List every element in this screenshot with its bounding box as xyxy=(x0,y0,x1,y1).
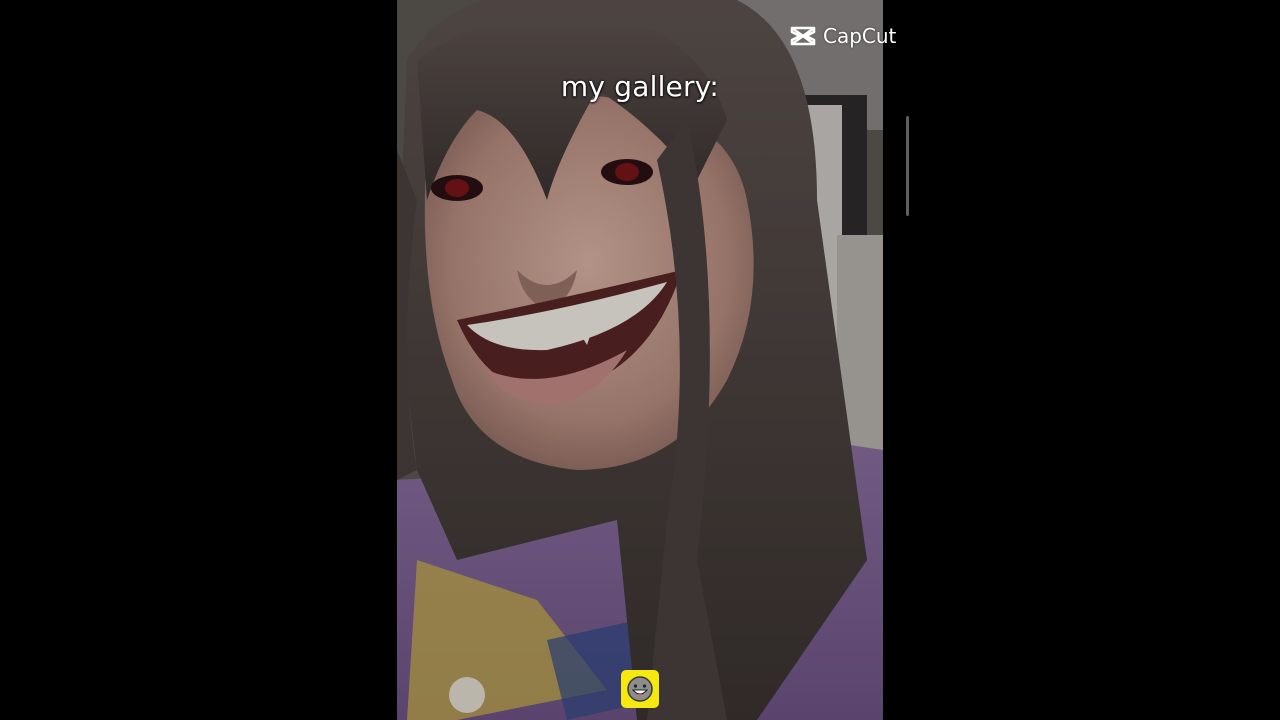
capcut-logo-icon xyxy=(790,26,816,46)
video-player[interactable]: my gallery: CapCut xyxy=(0,0,1280,720)
video-frame[interactable]: my gallery: xyxy=(397,0,883,720)
grinning-face-sticker-icon xyxy=(627,676,653,702)
scrollbar[interactable] xyxy=(906,116,909,216)
capcut-watermark: CapCut xyxy=(789,22,896,50)
video-caption: my gallery: xyxy=(560,70,720,103)
video-still-image xyxy=(397,0,883,720)
emoji-sticker xyxy=(621,670,659,708)
watermark-label: CapCut xyxy=(823,24,897,48)
